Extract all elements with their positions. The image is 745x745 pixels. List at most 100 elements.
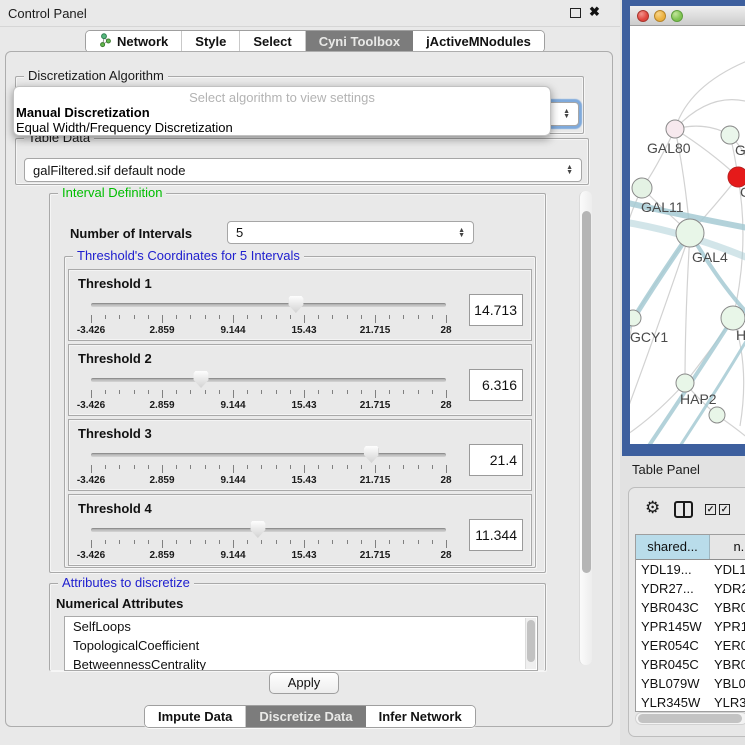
checkbox-icon[interactable]: ✓: [719, 504, 730, 515]
tab-jactivemnodules[interactable]: jActiveMNodules: [413, 31, 544, 52]
cell-shared-name[interactable]: YBL079W: [636, 674, 714, 693]
algorithm-dropdown-popup: Select algorithm to view settings Manual…: [13, 86, 551, 136]
minimize-traffic-light-icon[interactable]: [654, 10, 666, 22]
slider-ticks: [91, 315, 446, 324]
network-node[interactable]: [666, 120, 684, 138]
tab-network[interactable]: Network: [86, 31, 182, 52]
network-node[interactable]: [676, 374, 694, 392]
cell-name[interactable]: YBL0: [714, 674, 745, 693]
zoom-traffic-light-icon[interactable]: [671, 10, 683, 22]
dropdown-item-equal-width-frequency[interactable]: Equal Width/Frequency Discretization: [16, 120, 233, 135]
threshold-value-field[interactable]: 14.713: [469, 294, 523, 326]
cell-name[interactable]: YBR0: [714, 655, 745, 674]
cell-shared-name[interactable]: YDL19...: [636, 560, 714, 579]
float-window-icon[interactable]: [570, 8, 581, 18]
slider-track[interactable]: [91, 528, 446, 532]
tick-label: 15.43: [291, 325, 316, 336]
table-row[interactable]: YBR045CYBR0: [636, 655, 745, 674]
cell-name[interactable]: YBR0: [714, 598, 745, 617]
control-panel: Control Panel ✖ NetworkStyleSelectCyni T…: [0, 0, 620, 745]
table-row[interactable]: YBR043CYBR0: [636, 598, 745, 617]
table-data-combobox[interactable]: galFiltered.sif default node ▲▼: [24, 158, 582, 182]
column-header-name[interactable]: n...: [710, 535, 745, 559]
bottom-tab-label: Impute Data: [158, 709, 232, 724]
cell-shared-name[interactable]: YBR043C: [636, 598, 714, 617]
bottom-tab-impute-data[interactable]: Impute Data: [145, 706, 246, 727]
slider-thumb[interactable]: [364, 446, 379, 463]
threshold-label: Threshold 4: [78, 501, 152, 516]
algorithm-group-title: Discretization Algorithm: [24, 69, 168, 83]
tab-select[interactable]: Select: [240, 31, 305, 52]
table-row[interactable]: YER054CYER0: [636, 636, 745, 655]
settings-scrollbar[interactable]: [579, 191, 592, 665]
close-traffic-light-icon[interactable]: [637, 10, 649, 22]
close-icon[interactable]: ✖: [589, 4, 600, 20]
tick-label: 9.144: [220, 475, 245, 486]
cell-shared-name[interactable]: YPR145W: [636, 617, 714, 636]
cell-name[interactable]: YLR3: [714, 693, 745, 712]
slider-track[interactable]: [91, 453, 446, 457]
tick-label: 2.859: [149, 400, 174, 411]
table-row[interactable]: YPR145WYPR1: [636, 617, 745, 636]
slider-thumb[interactable]: [194, 371, 209, 388]
threshold-value-field[interactable]: 11.344: [469, 519, 523, 551]
number-of-intervals-combobox[interactable]: 5 ▲▼: [227, 221, 474, 244]
threshold-value-field[interactable]: 6.316: [469, 369, 523, 401]
network-node[interactable]: [632, 178, 652, 198]
thresholds-group: Threshold's Coordinates for 5 Intervals …: [64, 256, 536, 568]
network-node-label: GCY1: [630, 329, 668, 345]
attributes-group-title: Attributes to discretize: [58, 576, 194, 590]
tab-label: jActiveMNodules: [426, 34, 531, 49]
bottom-tab-infer-network[interactable]: Infer Network: [366, 706, 475, 727]
gear-icon[interactable]: ⚙: [645, 498, 660, 518]
bottom-tab-label: Discretize Data: [259, 709, 352, 724]
cell-shared-name[interactable]: YER054C: [636, 636, 714, 655]
cell-name[interactable]: YPR1: [714, 617, 745, 636]
cell-shared-name[interactable]: YBR045C: [636, 655, 714, 674]
attribute-list-item[interactable]: TopologicalCoefficient: [65, 636, 537, 655]
cell-name[interactable]: YDL1: [714, 560, 745, 579]
table-header-row: shared... n...: [636, 535, 745, 560]
slider-track[interactable]: [91, 378, 446, 382]
table-row[interactable]: YLR345WYLR3: [636, 693, 745, 712]
tab-label: Select: [253, 34, 291, 49]
bottom-tab-label: Infer Network: [379, 709, 462, 724]
threshold-slider[interactable]: -3.4262.8599.14415.4321.71528: [91, 296, 446, 340]
network-node-label: GAL80: [647, 140, 691, 156]
dropdown-item-manual-discretization[interactable]: Manual Discretization: [16, 105, 150, 120]
threshold-slider[interactable]: -3.4262.8599.14415.4321.71528: [91, 446, 446, 490]
apply-button[interactable]: Apply: [269, 672, 339, 694]
slider-thumb[interactable]: [288, 296, 303, 313]
network-window-titlebar[interactable]: [630, 6, 745, 26]
cell-name[interactable]: YER0: [714, 636, 745, 655]
table-row[interactable]: YDL19...YDL1: [636, 560, 745, 579]
threshold-slider[interactable]: -3.4262.8599.14415.4321.71528: [91, 371, 446, 415]
attributes-scrollbar[interactable]: [525, 618, 536, 669]
tab-style[interactable]: Style: [182, 31, 240, 52]
table-row[interactable]: YBL079WYBL0: [636, 674, 745, 693]
network-canvas[interactable]: GAL80GAL11GAL4GCY1HAP2GCH: [630, 26, 745, 444]
attribute-list-item[interactable]: BetweennessCentrality: [65, 655, 537, 671]
tick-label: -3.426: [77, 550, 105, 561]
tick-label: 28: [440, 325, 451, 336]
tab-cyni-toolbox[interactable]: Cyni Toolbox: [306, 31, 413, 52]
threshold-value-field[interactable]: 21.4: [469, 444, 523, 476]
checkbox-icon[interactable]: ✓: [705, 504, 716, 515]
cell-shared-name[interactable]: YDR27...: [636, 579, 714, 598]
slider-track[interactable]: [91, 303, 446, 307]
slider-thumb[interactable]: [250, 521, 265, 538]
bottom-tab-discretize-data[interactable]: Discretize Data: [246, 706, 365, 727]
table-horizontal-scrollbar[interactable]: [635, 712, 745, 725]
network-node[interactable]: [676, 219, 704, 247]
split-columns-icon[interactable]: [674, 501, 693, 518]
table-row[interactable]: YDR27...YDR2: [636, 579, 745, 598]
threshold-slider[interactable]: -3.4262.8599.14415.4321.71528: [91, 521, 446, 565]
combo-stepper-icon: ▲▼: [566, 165, 573, 175]
attribute-list-item[interactable]: SelfLoops: [65, 617, 537, 636]
network-node[interactable]: [709, 407, 725, 423]
tick-label: 2.859: [149, 550, 174, 561]
network-node[interactable]: [630, 310, 641, 326]
cell-shared-name[interactable]: YLR345W: [636, 693, 714, 712]
cell-name[interactable]: YDR2: [714, 579, 745, 598]
column-header-shared-name[interactable]: shared...: [636, 535, 710, 559]
